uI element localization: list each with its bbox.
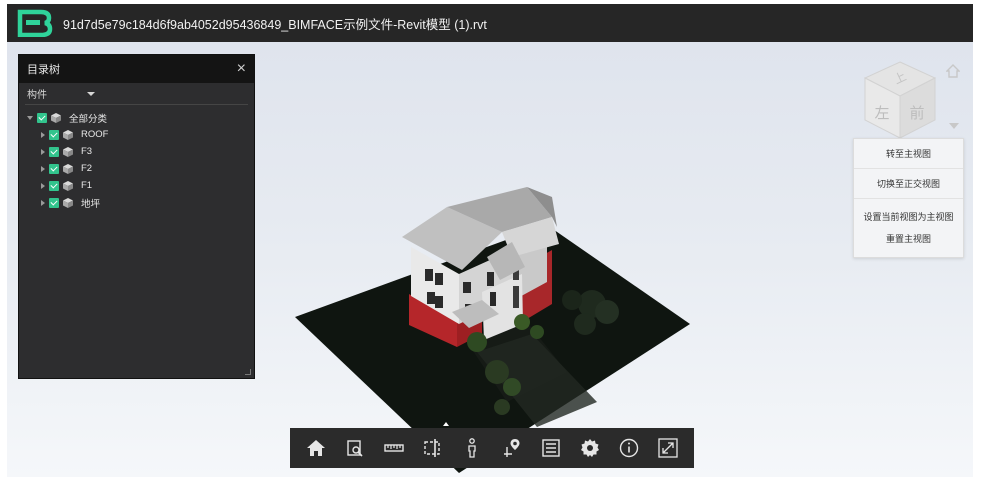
- tree-checkbox[interactable]: [49, 146, 59, 157]
- resize-handle[interactable]: [245, 369, 251, 375]
- toolbar-home-button[interactable]: [302, 434, 330, 462]
- view-cube[interactable]: 上 左 前: [859, 58, 941, 142]
- toolbar-map-pin-button[interactable]: [498, 434, 526, 462]
- tree-node-f2[interactable]: F2: [19, 160, 254, 177]
- tree-checkbox[interactable]: [37, 112, 47, 123]
- tree-node-label: F2: [81, 163, 93, 174]
- tree-panel-title: 目录树: [27, 64, 60, 76]
- menu-item-go-home-view[interactable]: 转至主视图: [854, 139, 963, 169]
- toolbar-section-box-button[interactable]: [419, 434, 447, 462]
- settings-icon: [580, 439, 599, 457]
- cube-icon: [63, 146, 73, 157]
- viewer-canvas[interactable]: 目录树 × 构件 全部分类 ROOF F3 F2 F1 地坪 上 左 前 转至主…: [7, 42, 973, 477]
- menu-group: 设置当前视图为主视图 重置主视图: [854, 199, 963, 257]
- toolbar-zoom-area-button[interactable]: [341, 434, 369, 462]
- cube-icon: [63, 129, 73, 140]
- home-icon: [306, 440, 325, 456]
- tree-list: 全部分类 ROOF F3 F2 F1 地坪: [19, 105, 254, 211]
- tree-checkbox[interactable]: [49, 197, 59, 208]
- menu-item-set-home-view[interactable]: 设置当前视图为主视图: [863, 206, 953, 228]
- tree-node-f3[interactable]: F3: [19, 143, 254, 160]
- expand-toggle-icon[interactable]: [41, 199, 45, 206]
- tree-node-f1[interactable]: F1: [19, 177, 254, 194]
- home-icon[interactable]: [946, 64, 960, 78]
- toolbar-properties-button[interactable]: [537, 434, 565, 462]
- toolbar-settings-button[interactable]: [576, 434, 604, 462]
- window-title: 91d7d5e79c184d6f9ab4052d95436849_BIMFACE…: [63, 17, 487, 32]
- toolbar-measure-button[interactable]: [380, 434, 408, 462]
- tree-checkbox[interactable]: [49, 163, 59, 174]
- menu-item-reset-home-view[interactable]: 重置主视图: [886, 228, 931, 250]
- toolbar-walk-button[interactable]: [458, 434, 486, 462]
- chevron-down-icon[interactable]: [949, 123, 959, 129]
- expand-toggle-icon[interactable]: [41, 131, 45, 138]
- viewcube-left-face: 左: [874, 104, 889, 122]
- expand-toggle-icon[interactable]: [41, 165, 45, 172]
- toolbar-caret-up-icon: [443, 422, 449, 426]
- info-icon: [619, 438, 639, 458]
- chevron-down-icon[interactable]: [87, 91, 95, 96]
- view-context-menu: 转至主视图 切换至正交视图 设置当前视图为主视图 重置主视图: [853, 138, 964, 258]
- tree-filter-value: 构件: [27, 90, 47, 101]
- bimface-logo-icon: [17, 9, 53, 38]
- fullscreen-icon: [658, 438, 678, 458]
- tree-node-label: F1: [81, 180, 93, 191]
- tree-node-label: F3: [81, 146, 93, 157]
- toolbar-fullscreen-button[interactable]: [654, 434, 682, 462]
- tree-node-label: ROOF: [81, 129, 109, 140]
- bottom-toolbar: [290, 428, 694, 468]
- measure-icon: [384, 444, 404, 452]
- properties-icon: [542, 439, 560, 457]
- tree-node-label: 地坪: [81, 198, 101, 210]
- tree-panel-header: 目录树 ×: [19, 55, 254, 83]
- title-bar: 91d7d5e79c184d6f9ab4052d95436849_BIMFACE…: [7, 4, 973, 42]
- tree-node-ground[interactable]: 地坪: [19, 194, 254, 211]
- cube-icon: [63, 163, 73, 174]
- viewcube-front-face: 前: [909, 104, 924, 122]
- menu-item-orthographic-view[interactable]: 切换至正交视图: [854, 169, 963, 199]
- tree-node-roof[interactable]: ROOF: [19, 126, 254, 143]
- directory-tree-panel: 目录树 × 构件 全部分类 ROOF F3 F2 F1 地坪: [18, 54, 255, 379]
- tree-checkbox[interactable]: [49, 180, 59, 191]
- expand-toggle-icon[interactable]: [41, 148, 45, 155]
- expand-toggle-icon[interactable]: [27, 115, 33, 120]
- walk-person-icon: [468, 438, 476, 458]
- zoom-area-icon: [347, 440, 363, 457]
- map-pin-icon: [503, 439, 520, 457]
- tree-node-all-categories[interactable]: 全部分类: [19, 109, 254, 126]
- cube-icon: [63, 197, 73, 208]
- tree-node-label: 全部分类: [69, 113, 108, 125]
- expand-toggle-icon[interactable]: [41, 182, 45, 189]
- cube-icon: [51, 112, 61, 123]
- cube-icon: [63, 180, 73, 191]
- section-box-icon: [424, 439, 440, 457]
- toolbar-info-button[interactable]: [615, 434, 643, 462]
- tree-filter-select[interactable]: 构件: [25, 83, 248, 105]
- close-icon[interactable]: ×: [237, 61, 246, 77]
- tree-checkbox[interactable]: [49, 129, 59, 140]
